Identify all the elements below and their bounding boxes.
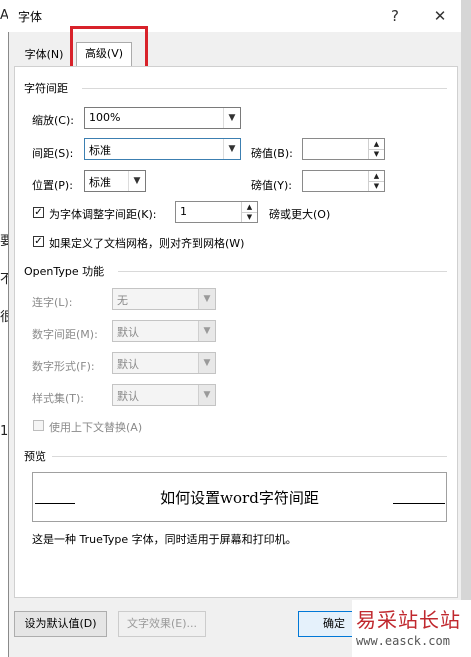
spin-down-icon[interactable]: ▼	[368, 181, 384, 191]
divider	[118, 271, 447, 272]
kerning-checkbox[interactable]: ✓	[33, 207, 44, 218]
watermark-url: www.easck.com	[356, 634, 450, 648]
num-forms-combobox[interactable]: 默认 ▼	[112, 352, 216, 374]
chevron-down-icon[interactable]: ▼	[128, 171, 145, 191]
position-label: 位置(P):	[32, 179, 73, 192]
stylistic-value: 默认	[117, 390, 139, 403]
dialog-title: 字体	[18, 10, 43, 24]
chevron-down-icon: ▼	[198, 385, 215, 405]
contextual-checkbox[interactable]	[33, 420, 44, 431]
num-spacing-combobox[interactable]: 默认 ▼	[112, 320, 216, 342]
num-forms-value: 默认	[117, 358, 139, 371]
grid-label: 如果定义了文档网格，则对齐到网格(W)	[49, 237, 245, 250]
spacing-pt-label: 磅值(B):	[251, 147, 293, 160]
chevron-down-icon[interactable]: ▼	[223, 108, 240, 128]
divider	[82, 88, 447, 89]
spacing-value: 标准	[89, 144, 111, 157]
grid-checkbox[interactable]: ✓	[33, 236, 44, 247]
spin-down-icon[interactable]: ▼	[241, 212, 257, 222]
num-forms-label: 数字形式(F):	[32, 360, 95, 373]
kerning-spinner[interactable]: 1 ▲ ▼	[175, 201, 258, 223]
position-pt-label: 磅值(Y):	[251, 179, 293, 192]
spacing-pt-spinner[interactable]: ▲ ▼	[302, 138, 385, 160]
help-button[interactable]: ?	[382, 5, 408, 27]
preview-note: 这是一种 TrueType 字体，同时适用于屏幕和打印机。	[32, 533, 297, 546]
contextual-label: 使用上下文替换(A)	[49, 421, 143, 434]
spacing-label: 间距(S):	[32, 147, 74, 160]
position-combobox[interactable]: 标准 ▼	[84, 170, 146, 192]
tab-font[interactable]: 字体(N)	[18, 44, 70, 66]
spin-down-icon[interactable]: ▼	[368, 149, 384, 159]
stylistic-combobox[interactable]: 默认 ▼	[112, 384, 216, 406]
chevron-down-icon: ▼	[198, 353, 215, 373]
kerning-value: 1	[180, 205, 187, 218]
num-spacing-label: 数字间距(M):	[32, 328, 98, 341]
section-char-spacing: 字符间距	[24, 82, 68, 95]
text-effects-button[interactable]: 文字效果(E)...	[118, 611, 206, 637]
position-pt-spinner[interactable]: ▲ ▼	[302, 170, 385, 192]
kerning-label: 为字体调整字间距(K):	[49, 208, 157, 221]
section-preview: 预览	[24, 450, 46, 463]
set-default-button[interactable]: 设为默认值(D)	[14, 611, 107, 637]
scale-combobox[interactable]: 100% ▼	[84, 107, 241, 129]
spacing-combobox[interactable]: 标准 ▼	[84, 138, 241, 160]
position-value: 标准	[89, 176, 111, 189]
kerning-suffix: 磅或更大(O)	[269, 208, 331, 221]
num-spacing-value: 默认	[117, 326, 139, 339]
scale-label: 缩放(C):	[32, 114, 74, 127]
scale-value: 100%	[89, 111, 121, 124]
chevron-down-icon: ▼	[198, 321, 215, 341]
preview-box: 如何设置word字符间距	[32, 472, 447, 522]
close-button[interactable]: ✕	[427, 5, 453, 27]
ligatures-value: 无	[117, 294, 128, 307]
section-opentype: OpenType 功能	[24, 265, 105, 278]
chevron-down-icon[interactable]: ▼	[223, 139, 240, 159]
ligatures-label: 连字(L):	[32, 296, 73, 309]
watermark-logo: 易采站长站	[356, 608, 461, 632]
preview-sample: 如何设置word字符间距	[160, 489, 319, 507]
window-background	[461, 0, 471, 657]
stylistic-label: 样式集(T):	[32, 392, 85, 405]
ligatures-combobox[interactable]: 无 ▼	[112, 288, 216, 310]
divider	[52, 456, 447, 457]
baseline-marker	[393, 503, 445, 504]
chevron-down-icon: ▼	[198, 289, 215, 309]
